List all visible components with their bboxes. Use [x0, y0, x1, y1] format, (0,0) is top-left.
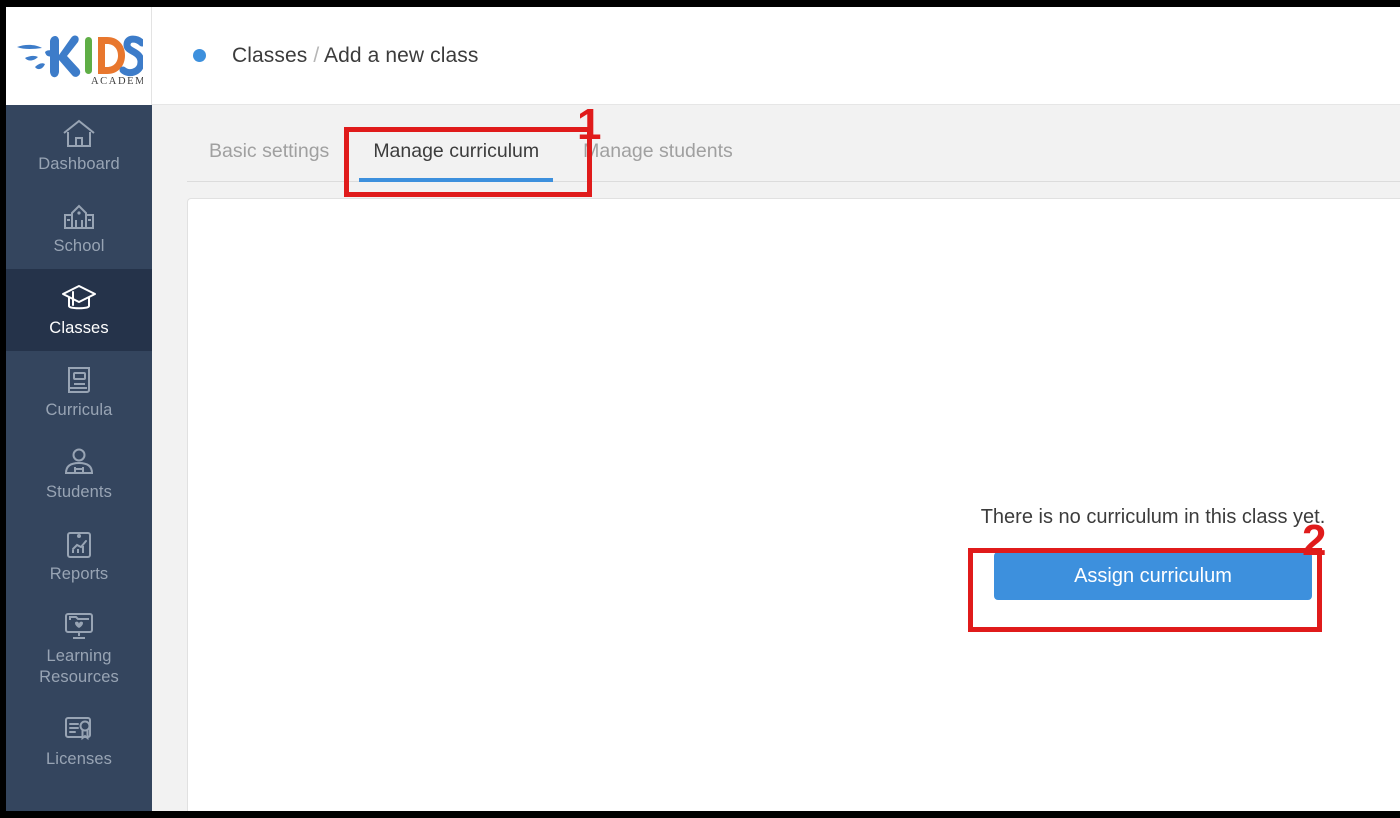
- annotation-badge-number: 2: [1302, 516, 1327, 565]
- svg-text:ACADEMY: ACADEMY: [91, 76, 143, 87]
- reports-chart-icon: [64, 529, 94, 559]
- sidebar-item-label: Students: [46, 483, 112, 501]
- sidebar-nav: Dashboard School Classes Curricula Stude…: [6, 105, 152, 811]
- assign-curriculum-button[interactable]: Assign curriculum: [994, 552, 1312, 600]
- book-icon: [64, 365, 94, 395]
- school-building-icon: [62, 201, 96, 231]
- annotation-badge-1: 1: [577, 103, 601, 147]
- home-icon: [62, 119, 96, 149]
- breadcrumb-root[interactable]: Classes: [232, 44, 307, 67]
- sidebar: ACADEMY Dashboard: [6, 7, 152, 811]
- breadcrumb-separator: /: [313, 43, 320, 67]
- app-window: ACADEMY Dashboard: [6, 7, 1400, 811]
- annotation-badge-2: 2: [1302, 519, 1326, 563]
- sidebar-item-label: Reports: [49, 565, 109, 583]
- monitor-folder-icon: [62, 611, 96, 641]
- main-area: Classes / Add a new class Basic settings…: [152, 7, 1400, 811]
- certificate-icon: [63, 714, 95, 744]
- students-group-icon: [62, 447, 96, 477]
- sidebar-item-curricula[interactable]: Curricula: [6, 351, 152, 433]
- curriculum-panel: There is no curriculum in this class yet…: [187, 198, 1400, 811]
- tab-manage-curriculum[interactable]: Manage curriculum: [351, 140, 561, 182]
- breadcrumb: Classes / Add a new class: [232, 44, 478, 68]
- sidebar-item-label: Licenses: [46, 750, 112, 768]
- sidebar-item-label: School: [53, 237, 105, 255]
- empty-state: There is no curriculum in this class yet…: [954, 504, 1352, 600]
- annotation-badge-number: 1: [577, 100, 602, 149]
- sidebar-item-reports[interactable]: Reports: [6, 515, 152, 597]
- graduation-cap-icon: [61, 283, 97, 313]
- sidebar-item-label: Dashboard: [38, 155, 120, 173]
- sidebar-item-dashboard[interactable]: Dashboard: [6, 105, 152, 187]
- kids-academy-logo-icon: ACADEMY: [15, 25, 143, 87]
- sidebar-item-students[interactable]: Students: [6, 433, 152, 515]
- top-bar: Classes / Add a new class: [152, 7, 1400, 105]
- sidebar-item-school[interactable]: School: [6, 187, 152, 269]
- sidebar-item-licenses[interactable]: Licenses: [6, 700, 152, 782]
- empty-state-message: There is no curriculum in this class yet…: [980, 506, 1326, 528]
- sidebar-item-learning-resources[interactable]: Learning Resources: [6, 597, 152, 700]
- sidebar-item-classes[interactable]: Classes: [6, 269, 152, 351]
- tab-bar: Basic settings Manage curriculum Manage …: [152, 105, 1400, 182]
- sidebar-item-label: Classes: [49, 319, 109, 337]
- sidebar-item-label: Learning Resources: [39, 647, 119, 686]
- sidebar-item-label: Curricula: [45, 401, 113, 419]
- breadcrumb-current: Add a new class: [324, 43, 479, 67]
- brand-logo[interactable]: ACADEMY: [6, 7, 152, 105]
- breadcrumb-dot-icon: [193, 49, 206, 62]
- tab-basic-settings[interactable]: Basic settings: [187, 140, 351, 182]
